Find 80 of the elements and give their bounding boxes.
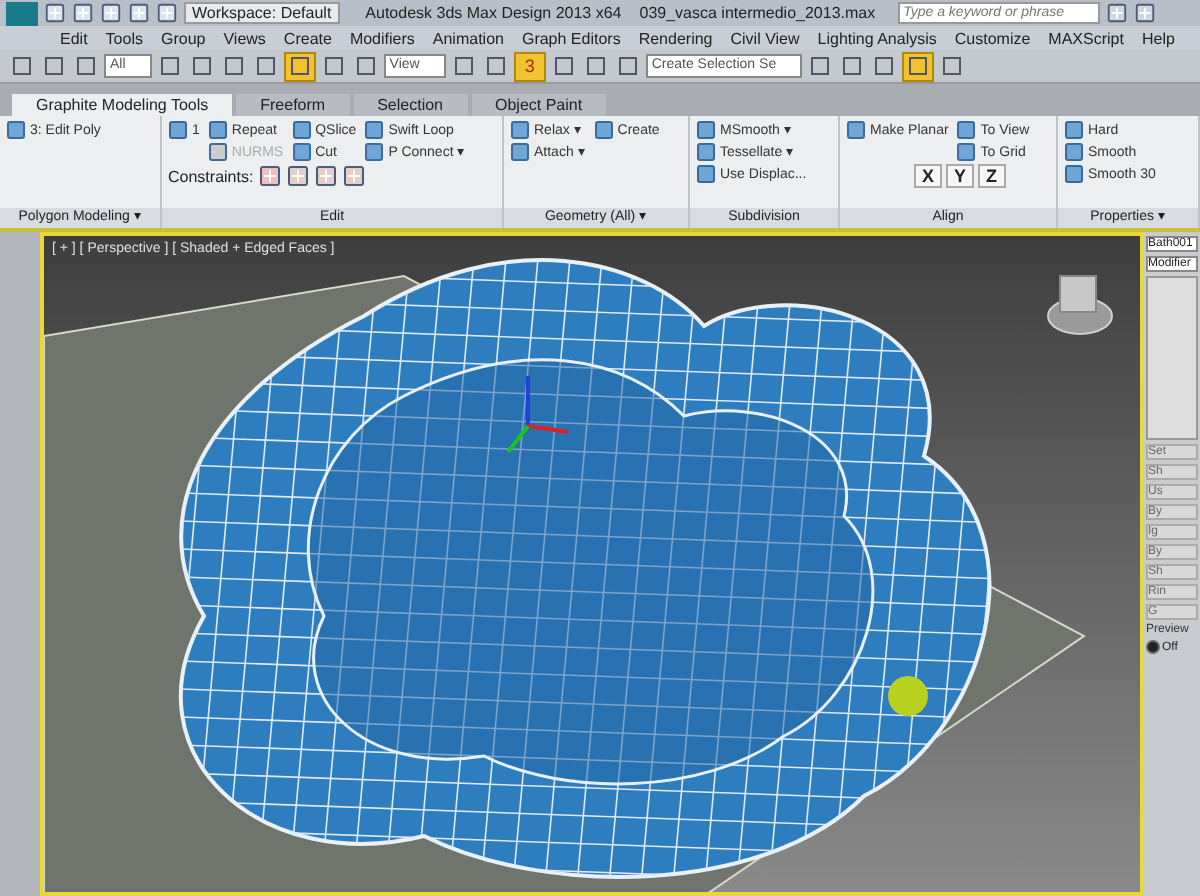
constraint-icon[interactable] bbox=[313, 164, 338, 188]
quick-access-icon[interactable] bbox=[100, 2, 122, 24]
toolbar-button[interactable] bbox=[72, 53, 100, 79]
square-icon bbox=[207, 142, 228, 162]
square-icon bbox=[1064, 142, 1084, 162]
menu-item[interactable]: Rendering bbox=[638, 29, 713, 47]
axis-button[interactable]: Z bbox=[978, 164, 1006, 188]
transform-gizmo-icon[interactable] bbox=[506, 376, 569, 454]
toolbar-button[interactable] bbox=[219, 53, 248, 79]
toolbar-button[interactable] bbox=[613, 53, 642, 79]
menu-item[interactable]: Lighting Analysis bbox=[817, 29, 937, 47]
square-icon bbox=[1064, 164, 1084, 184]
quick-access-icon[interactable] bbox=[44, 2, 66, 24]
menu-item[interactable]: Modifiers bbox=[349, 29, 415, 47]
bathtub-drawing[interactable] bbox=[179, 258, 991, 879]
toolbar-button[interactable] bbox=[251, 53, 280, 79]
square-icon bbox=[364, 120, 385, 140]
ribbon-tab[interactable]: Object Paint bbox=[471, 94, 607, 116]
square-icon bbox=[696, 120, 716, 140]
toolbar-button[interactable] bbox=[902, 51, 935, 81]
constraint-icon[interactable] bbox=[285, 164, 310, 188]
menu-item[interactable]: Customize bbox=[954, 29, 1031, 47]
square-icon bbox=[207, 120, 228, 140]
toolbar-button[interactable] bbox=[449, 53, 478, 79]
toolbar-button[interactable] bbox=[319, 53, 348, 79]
toolbar-button[interactable] bbox=[481, 53, 510, 79]
square-icon bbox=[956, 120, 977, 140]
toolbar-button[interactable] bbox=[549, 53, 578, 79]
workspace-dropdown[interactable]: Workspace: Default bbox=[184, 2, 340, 24]
menu-item[interactable]: Graph Editors bbox=[521, 29, 621, 47]
constraint-icon[interactable] bbox=[341, 164, 366, 188]
menu-item[interactable]: MAXScript bbox=[1048, 29, 1124, 47]
menu-item[interactable]: Views bbox=[223, 29, 266, 47]
toolbar-button[interactable] bbox=[870, 53, 899, 79]
menu-item[interactable]: Animation bbox=[432, 29, 504, 47]
ribbon-tab[interactable]: Selection bbox=[353, 94, 467, 116]
toolbar-button[interactable] bbox=[351, 53, 380, 79]
app-logo-icon[interactable] bbox=[6, 1, 38, 25]
menu-item[interactable]: Create bbox=[283, 29, 332, 47]
square-icon bbox=[510, 120, 530, 140]
square-icon bbox=[1064, 120, 1084, 140]
square-icon bbox=[6, 120, 26, 140]
toolbar-button[interactable] bbox=[155, 53, 184, 79]
toolbar-button[interactable] bbox=[283, 51, 316, 81]
square-icon bbox=[846, 120, 866, 140]
axis-button[interactable]: X bbox=[914, 164, 943, 188]
snap-toggle-button[interactable]: 3 bbox=[513, 51, 546, 81]
square-icon bbox=[593, 120, 614, 140]
square-icon bbox=[956, 142, 977, 162]
toolbar-button[interactable] bbox=[8, 53, 36, 79]
square-icon bbox=[291, 142, 312, 162]
square-icon bbox=[510, 142, 530, 162]
quick-access-icon[interactable] bbox=[72, 2, 94, 24]
menu-item[interactable]: Group bbox=[160, 29, 206, 47]
menu-item[interactable]: Help bbox=[1141, 29, 1175, 47]
constraints-label: Constraints: bbox=[168, 167, 254, 185]
window-title: Autodesk 3ds Max Design 2013 x64 bbox=[365, 4, 622, 22]
menu-item[interactable]: Edit bbox=[60, 29, 88, 47]
quick-access-icon[interactable] bbox=[128, 2, 150, 24]
square-icon bbox=[364, 142, 385, 162]
ribbon-tab[interactable]: Graphite Modeling Tools bbox=[12, 94, 233, 116]
square-icon bbox=[696, 142, 716, 162]
menu-item[interactable]: Tools bbox=[105, 29, 143, 47]
viewcube-icon[interactable] bbox=[1047, 275, 1113, 335]
toolbar-button[interactable] bbox=[838, 53, 867, 79]
constraint-icon[interactable] bbox=[257, 164, 282, 188]
toolbar-button[interactable] bbox=[187, 53, 216, 79]
toolbar-button[interactable] bbox=[806, 53, 835, 79]
square-icon bbox=[291, 120, 312, 140]
square-icon bbox=[168, 120, 188, 140]
toolbar-button[interactable] bbox=[581, 53, 610, 79]
ribbon-tab[interactable]: Freeform bbox=[236, 94, 350, 116]
toolbar-button[interactable] bbox=[938, 53, 967, 79]
square-icon bbox=[696, 164, 716, 184]
radio-button[interactable] bbox=[1146, 640, 1160, 654]
toolbar-button[interactable] bbox=[40, 53, 68, 79]
quick-access-icon[interactable] bbox=[156, 2, 178, 24]
file-name: 039_vasca intermedio_2013.max bbox=[639, 4, 876, 22]
axis-button[interactable]: Y bbox=[946, 164, 975, 188]
menu-item[interactable]: Civil View bbox=[730, 29, 800, 47]
